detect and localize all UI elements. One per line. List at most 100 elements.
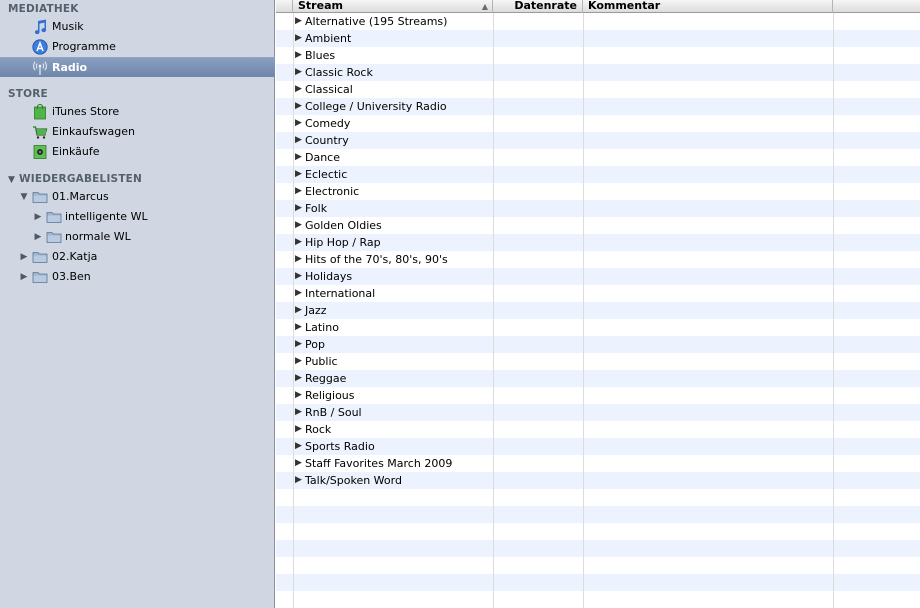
- disclosure-triangle-right-icon[interactable]: ▶: [295, 353, 302, 370]
- stream-rows: ▶ Alternative (195 Streams) ▶ Ambient ▶ Blues…: [276, 13, 920, 608]
- disclosure-triangle-right-icon[interactable]: ▶: [295, 81, 302, 98]
- disclosure-triangle-right-icon[interactable]: ▶: [295, 217, 302, 234]
- stream-genre-row[interactable]: ▶ Electronic: [276, 183, 920, 200]
- stream-genre-row[interactable]: ▶ Ambient: [276, 30, 920, 47]
- disclosure-triangle-right-icon[interactable]: ▶: [32, 207, 44, 227]
- stream-genre-row[interactable]: ▶ Comedy: [276, 115, 920, 132]
- stream-genre-label: Holidays: [305, 270, 353, 283]
- stream-genre-row[interactable]: ▶ Blues: [276, 47, 920, 64]
- disclosure-triangle-right-icon[interactable]: ▶: [295, 98, 302, 115]
- sidebar-item-programme[interactable]: Programme: [0, 37, 275, 57]
- stream-genre-label: Rock: [305, 423, 332, 436]
- stream-genre-row[interactable]: ▶ International: [276, 285, 920, 302]
- column-header-datenrate[interactable]: Datenrate: [493, 0, 583, 13]
- folder-icon: [46, 229, 62, 245]
- disclosure-triangle-right-icon[interactable]: ▶: [295, 251, 302, 268]
- stream-genre-label: Blues: [305, 49, 336, 62]
- playlist-folder-normale-wl[interactable]: ▶ normale WL: [0, 227, 275, 247]
- disclosure-triangle-right-icon[interactable]: ▶: [295, 30, 302, 47]
- disclosure-triangle-down-icon[interactable]: ▼: [18, 187, 30, 207]
- disclosure-triangle-right-icon[interactable]: ▶: [295, 455, 302, 472]
- stream-genre-row[interactable]: ▶ Staff Favorites March 2009: [276, 455, 920, 472]
- stream-genre-row[interactable]: ▶ RnB / Soul: [276, 404, 920, 421]
- disclosure-triangle-right-icon[interactable]: ▶: [295, 387, 302, 404]
- folder-icon: [46, 209, 62, 225]
- disclosure-triangle-right-icon[interactable]: ▶: [295, 336, 302, 353]
- disclosure-triangle-right-icon[interactable]: ▶: [18, 267, 30, 287]
- disclosure-triangle-right-icon[interactable]: ▶: [295, 421, 302, 438]
- disclosure-triangle-right-icon[interactable]: ▶: [295, 13, 302, 30]
- stream-genre-label: Hits of the 70's, 80's, 90's: [305, 253, 448, 266]
- disclosure-triangle-right-icon[interactable]: ▶: [295, 166, 302, 183]
- stream-genre-row[interactable]: ▶ Country: [276, 132, 920, 149]
- disclosure-triangle-right-icon[interactable]: ▶: [295, 183, 302, 200]
- stream-genre-row[interactable]: ▶ Golden Oldies: [276, 217, 920, 234]
- radio-stream-list[interactable]: Stream ▲ Datenrate Kommentar ▶ Alternativ…: [276, 0, 920, 608]
- disclosure-triangle-down-icon: ▼: [8, 175, 16, 185]
- stream-genre-row[interactable]: ▶ Pop: [276, 336, 920, 353]
- stream-genre-row[interactable]: ▶ Jazz: [276, 302, 920, 319]
- stream-genre-label: International: [305, 287, 376, 300]
- disclosure-triangle-right-icon[interactable]: ▶: [295, 370, 302, 387]
- disclosure-triangle-right-icon[interactable]: ▶: [295, 285, 302, 302]
- column-header-blank[interactable]: [276, 0, 293, 13]
- stream-genre-row[interactable]: ▶ Folk: [276, 200, 920, 217]
- disclosure-triangle-right-icon[interactable]: ▶: [295, 404, 302, 421]
- sidebar-item-einkaufswagen[interactable]: Einkaufswagen: [0, 122, 275, 142]
- stream-genre-row[interactable]: ▶ Public: [276, 353, 920, 370]
- playlists-heading[interactable]: ▼ WIEDERGABELISTEN: [8, 172, 142, 186]
- stream-genre-row[interactable]: ▶ Alternative (195 Streams): [276, 13, 920, 30]
- column-header-stream[interactable]: Stream ▲: [293, 0, 493, 13]
- column-header-bar: Stream ▲ Datenrate Kommentar: [276, 0, 920, 13]
- disclosure-triangle-right-icon[interactable]: ▶: [295, 472, 302, 489]
- stream-genre-row[interactable]: ▶ College / University Radio: [276, 98, 920, 115]
- disclosure-triangle-right-icon[interactable]: ▶: [295, 115, 302, 132]
- stream-genre-label: Folk: [305, 202, 328, 215]
- stream-genre-row[interactable]: ▶ Classic Rock: [276, 64, 920, 81]
- stream-genre-row[interactable]: ▶ Eclectic: [276, 166, 920, 183]
- stream-genre-label: Hip Hop / Rap: [305, 236, 381, 249]
- shopping-bag-icon: [32, 104, 48, 120]
- stream-genre-label: Jazz: [305, 304, 327, 317]
- sidebar-item-label: Einkaufswagen: [52, 125, 135, 138]
- disclosure-triangle-right-icon[interactable]: ▶: [295, 302, 302, 319]
- playlist-folder-02-katja[interactable]: ▶ 02.Katja: [0, 247, 275, 267]
- folder-icon: [32, 249, 48, 265]
- stream-genre-row[interactable]: ▶ Holidays: [276, 268, 920, 285]
- stream-genre-row[interactable]: ▶ Hits of the 70's, 80's, 90's: [276, 251, 920, 268]
- sidebar-item-musik[interactable]: Musik: [0, 17, 275, 37]
- playlist-folder-03-ben[interactable]: ▶ 03.Ben: [0, 267, 275, 287]
- disclosure-triangle-right-icon[interactable]: ▶: [295, 47, 302, 64]
- empty-row: [276, 540, 920, 557]
- stream-genre-row[interactable]: ▶ Sports Radio: [276, 438, 920, 455]
- disclosure-triangle-right-icon[interactable]: ▶: [295, 268, 302, 285]
- disclosure-triangle-right-icon[interactable]: ▶: [295, 200, 302, 217]
- disclosure-triangle-right-icon[interactable]: ▶: [295, 132, 302, 149]
- stream-genre-row[interactable]: ▶ Latino: [276, 319, 920, 336]
- sidebar-item-einkaeufe[interactable]: Einkäufe: [0, 142, 275, 162]
- sidebar-item-itunes-store[interactable]: iTunes Store: [0, 102, 275, 122]
- disclosure-triangle-right-icon[interactable]: ▶: [295, 64, 302, 81]
- stream-genre-row[interactable]: ▶ Dance: [276, 149, 920, 166]
- stream-genre-row[interactable]: ▶ Hip Hop / Rap: [276, 234, 920, 251]
- stream-genre-label: RnB / Soul: [305, 406, 362, 419]
- stream-genre-row[interactable]: ▶ Rock: [276, 421, 920, 438]
- empty-row: [276, 574, 920, 591]
- disclosure-triangle-right-icon[interactable]: ▶: [295, 149, 302, 166]
- playlist-folder-intelligente-wl[interactable]: ▶ intelligente WL: [0, 207, 275, 227]
- column-header-kommentar[interactable]: Kommentar: [583, 0, 833, 13]
- stream-genre-row[interactable]: ▶ Religious: [276, 387, 920, 404]
- stream-genre-label: Talk/Spoken Word: [305, 474, 402, 487]
- stream-genre-row[interactable]: ▶ Talk/Spoken Word: [276, 472, 920, 489]
- disclosure-triangle-right-icon[interactable]: ▶: [295, 319, 302, 336]
- disclosure-triangle-right-icon[interactable]: ▶: [295, 234, 302, 251]
- disclosure-triangle-right-icon[interactable]: ▶: [295, 438, 302, 455]
- stream-genre-row[interactable]: ▶ Reggae: [276, 370, 920, 387]
- disclosure-triangle-right-icon[interactable]: ▶: [18, 247, 30, 267]
- stream-genre-label: Eclectic: [305, 168, 348, 181]
- sidebar-item-radio[interactable]: Radio: [0, 57, 275, 77]
- folder-icon: [32, 189, 48, 205]
- playlist-folder-01-marcus[interactable]: ▼ 01.Marcus: [0, 187, 275, 207]
- disclosure-triangle-right-icon[interactable]: ▶: [32, 227, 44, 247]
- stream-genre-row[interactable]: ▶ Classical: [276, 81, 920, 98]
